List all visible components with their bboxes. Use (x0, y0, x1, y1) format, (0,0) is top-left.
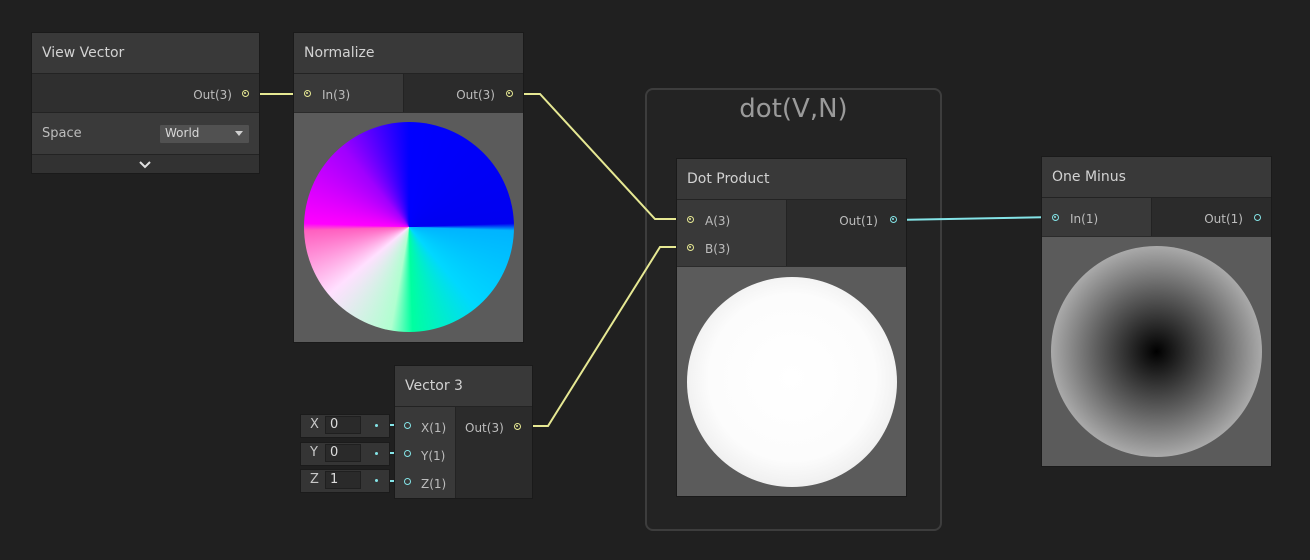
space-dropdown-value: World (165, 126, 200, 140)
vector3-z-label: Z(1) (421, 477, 447, 491)
z-field-dot (375, 479, 378, 482)
normal-sphere-preview (304, 122, 514, 332)
dot-product-title: Dot Product (687, 171, 770, 187)
vector3-x-port[interactable] (404, 422, 411, 429)
one-minus-node[interactable]: One Minus In(1) Out(1) (1042, 157, 1271, 466)
chevron-down-icon (139, 161, 151, 169)
normalize-preview (294, 113, 523, 342)
y-field[interactable]: Y 0 (300, 442, 390, 466)
fresnel-sphere-preview (1051, 246, 1262, 457)
view-vector-out-label: Out(3) (193, 88, 232, 102)
one-minus-out-label: Out(1) (1204, 212, 1243, 226)
dot-product-a-label: A(3) (705, 214, 731, 228)
vector3-x-label: X(1) (421, 421, 447, 435)
dot-product-preview (677, 267, 906, 496)
z-field-input[interactable]: 1 (325, 471, 361, 489)
x-field-dot (375, 424, 378, 427)
wire-dot-oneminus (893, 216, 1057, 221)
dot-product-b-label: B(3) (705, 242, 731, 256)
dot-product-a-port[interactable] (687, 216, 694, 223)
vector3-y-port[interactable] (404, 450, 411, 457)
dot-product-out-label: Out(1) (839, 214, 878, 228)
view-vector-node[interactable]: View Vector Out(3) Space World (32, 33, 259, 173)
normalize-out-label: Out(3) (456, 88, 495, 102)
vector3-out-label: Out(3) (465, 421, 504, 435)
vector3-z-port[interactable] (404, 478, 411, 485)
one-minus-preview (1042, 237, 1271, 466)
vector3-out-port[interactable] (514, 423, 521, 430)
x-field-label: X (310, 417, 319, 432)
wire-normalize-dot-a (510, 93, 690, 220)
normalize-in-port[interactable] (304, 90, 311, 97)
normalize-header[interactable]: Normalize (294, 33, 523, 74)
y-field-input[interactable]: 0 (325, 444, 361, 462)
space-label: Space (42, 126, 82, 141)
one-minus-out-port[interactable] (1254, 214, 1261, 221)
dot-product-out-port[interactable] (890, 216, 897, 223)
white-sphere-preview (687, 277, 897, 487)
x-field[interactable]: X 0 (300, 414, 390, 438)
vector3-node[interactable]: Vector 3 X(1) Y(1) Z(1) Out(3) (395, 366, 532, 498)
z-field[interactable]: Z 1 (300, 469, 390, 493)
normalize-in-label: In(3) (322, 88, 351, 102)
dot-product-header[interactable]: Dot Product (677, 159, 906, 200)
vector3-y-label: Y(1) (421, 449, 446, 463)
one-minus-in-port[interactable] (1052, 214, 1059, 221)
dot-product-node[interactable]: Dot Product A(3) B(3) Out(1) (677, 159, 906, 496)
one-minus-in-label: In(1) (1070, 212, 1099, 226)
space-dropdown[interactable]: World (159, 124, 250, 144)
vector3-header[interactable]: Vector 3 (395, 366, 532, 407)
z-field-label: Z (310, 472, 319, 487)
normalize-out-port[interactable] (506, 90, 513, 97)
y-field-dot (375, 452, 378, 455)
collapse-toggle[interactable] (32, 155, 259, 173)
dot-product-b-port[interactable] (687, 244, 694, 251)
one-minus-header[interactable]: One Minus (1042, 157, 1271, 198)
view-vector-header[interactable]: View Vector (32, 33, 259, 74)
vector3-title: Vector 3 (405, 378, 463, 394)
wire-vector3-dot-b (518, 246, 690, 427)
one-minus-title: One Minus (1052, 169, 1126, 185)
y-field-label: Y (310, 445, 318, 460)
view-vector-title: View Vector (42, 45, 125, 61)
normalize-title: Normalize (304, 45, 375, 61)
x-field-input[interactable]: 0 (325, 416, 361, 434)
normalize-node[interactable]: Normalize In(3) Out(3) (294, 33, 523, 342)
chevron-down-icon (235, 131, 243, 136)
view-vector-out-port[interactable] (242, 90, 249, 97)
